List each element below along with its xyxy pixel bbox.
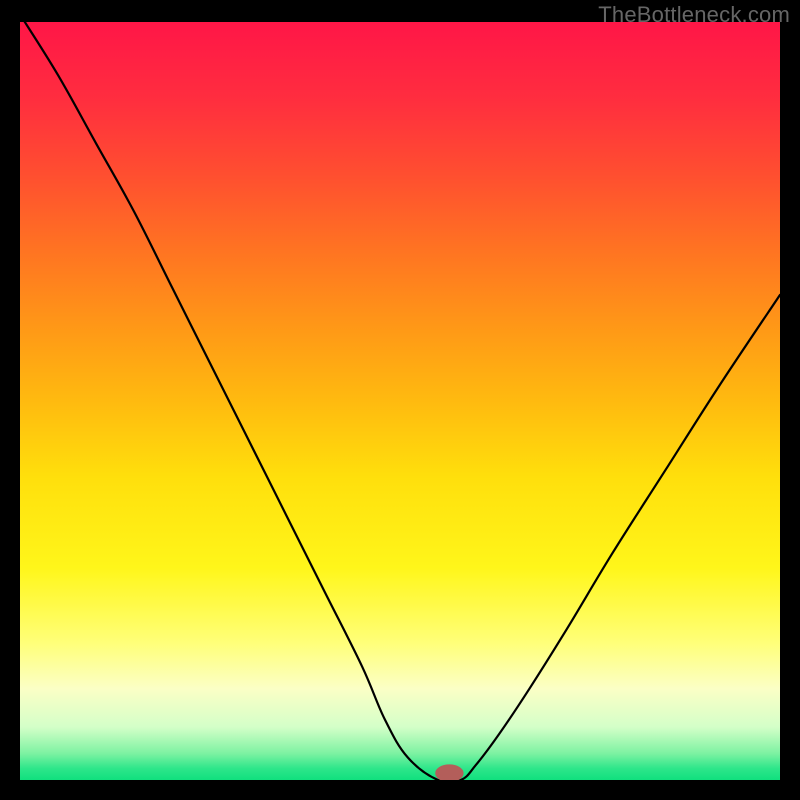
watermark-text: TheBottleneck.com [598, 2, 790, 28]
chart-frame: TheBottleneck.com [0, 0, 800, 800]
plot-area [20, 22, 780, 780]
gradient-background [20, 22, 780, 780]
bottleneck-plot [20, 22, 780, 780]
minimum-marker [436, 765, 463, 780]
